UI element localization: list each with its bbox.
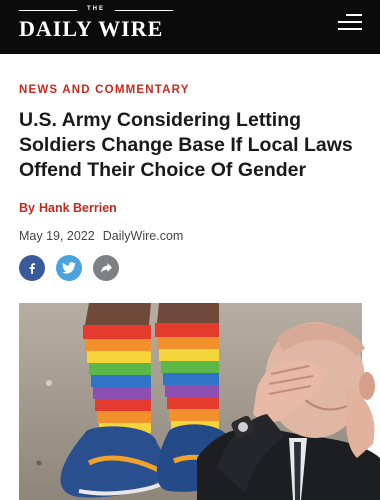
twitter-share-button[interactable] — [56, 255, 82, 281]
byline-prefix: By — [19, 201, 35, 215]
source-site: DailyWire.com — [102, 229, 184, 243]
logo-the-text: THE — [87, 6, 105, 12]
twitter-icon — [62, 262, 76, 274]
publish-date: May 19, 2022 — [19, 229, 95, 243]
site-header: THE DAILY WIRE — [0, 0, 380, 54]
hamburger-menu-icon[interactable] — [338, 14, 362, 34]
reaction-image-facepalm — [197, 318, 380, 500]
logo-wordmark: DAILY WIRE — [19, 16, 164, 41]
share-button[interactable] — [93, 255, 119, 281]
facebook-share-button[interactable] — [19, 255, 45, 281]
byline: By Hank Berrien — [19, 201, 117, 215]
author-link[interactable]: Hank Berrien — [39, 201, 117, 215]
article-category[interactable]: NEWS AND COMMENTARY — [19, 84, 190, 96]
article-meta: May 19, 2022 DailyWire.com — [19, 229, 183, 243]
logo-rule-right — [115, 10, 173, 11]
share-arrow-icon — [100, 263, 112, 273]
article-headline: U.S. Army Considering Letting Soldiers C… — [19, 109, 353, 181]
facebook-icon — [29, 263, 35, 274]
facepalm-man-image — [197, 322, 380, 500]
daily-wire-logo[interactable]: THE DAILY WIRE — [19, 6, 179, 44]
